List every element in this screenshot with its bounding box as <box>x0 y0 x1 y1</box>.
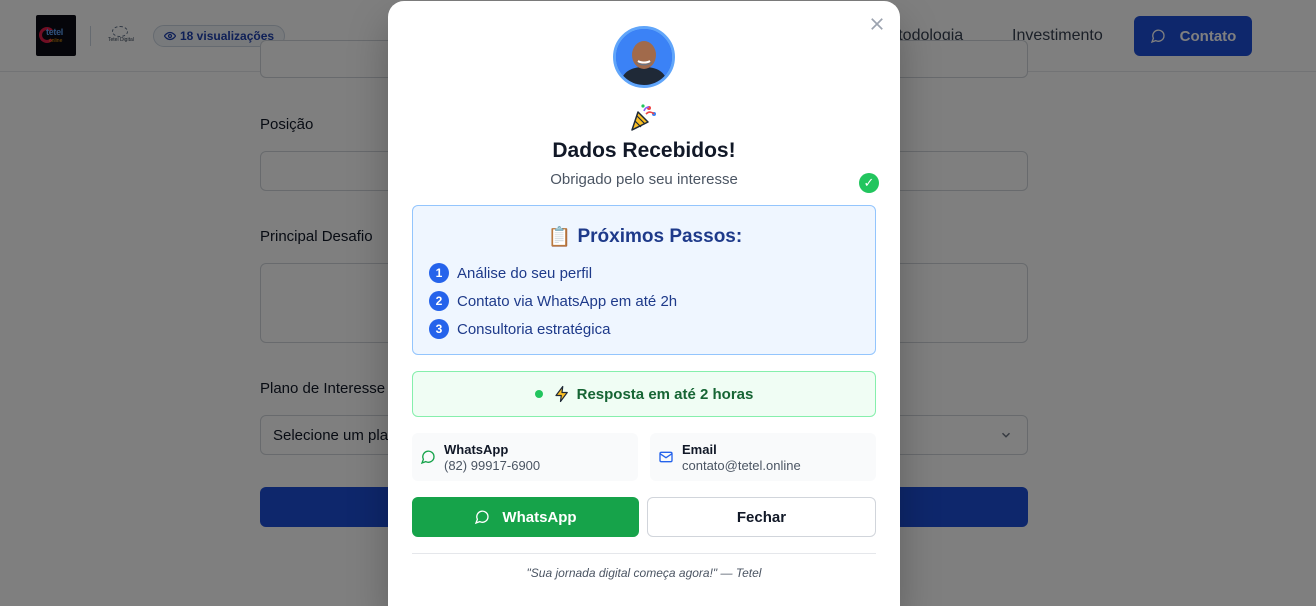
check-icon: ✓ <box>859 173 879 193</box>
next-steps-title: 📋 Próximos Passos: <box>547 226 743 248</box>
chat-icon <box>475 510 490 525</box>
step-item: 3 Consultoria estratégica <box>429 319 610 339</box>
email-address: contato@tetel.online <box>682 458 801 473</box>
close-button[interactable]: Fechar <box>647 497 876 537</box>
step-item: 1 Análise do seu perfil <box>429 263 592 283</box>
email-contact-card[interactable]: Email contato@tetel.online <box>650 433 876 481</box>
lightning-icon <box>555 385 568 403</box>
next-steps-panel: 📋 Próximos Passos: 1 Análise do seu perf… <box>412 205 876 355</box>
divider <box>412 553 876 554</box>
whatsapp-icon <box>420 450 435 465</box>
success-modal: Dados Recebidos! Obrigado pelo seu inter… <box>388 1 900 606</box>
whatsapp-number: (82) 99917-6900 <box>444 458 541 473</box>
clipboard-icon: 📋 <box>547 227 572 248</box>
party-popper-icon <box>631 104 656 131</box>
response-time-banner: Resposta em até 2 horas <box>412 371 876 417</box>
whatsapp-contact-card[interactable]: WhatsApp (82) 99917-6900 <box>412 433 638 481</box>
status-dot <box>534 390 543 398</box>
whatsapp-button[interactable]: WhatsApp <box>412 497 639 537</box>
step-item: 2 Contato via WhatsApp em até 2h <box>429 291 677 311</box>
modal-subtitle: Obrigado pelo seu interesse <box>550 171 738 188</box>
avatar <box>613 26 675 88</box>
footer-quote: "Sua jornada digital começa agora!" — Te… <box>526 566 762 580</box>
mail-icon <box>659 451 673 463</box>
close-icon[interactable] <box>868 15 886 33</box>
modal-title: Dados Recebidos! <box>552 139 736 162</box>
